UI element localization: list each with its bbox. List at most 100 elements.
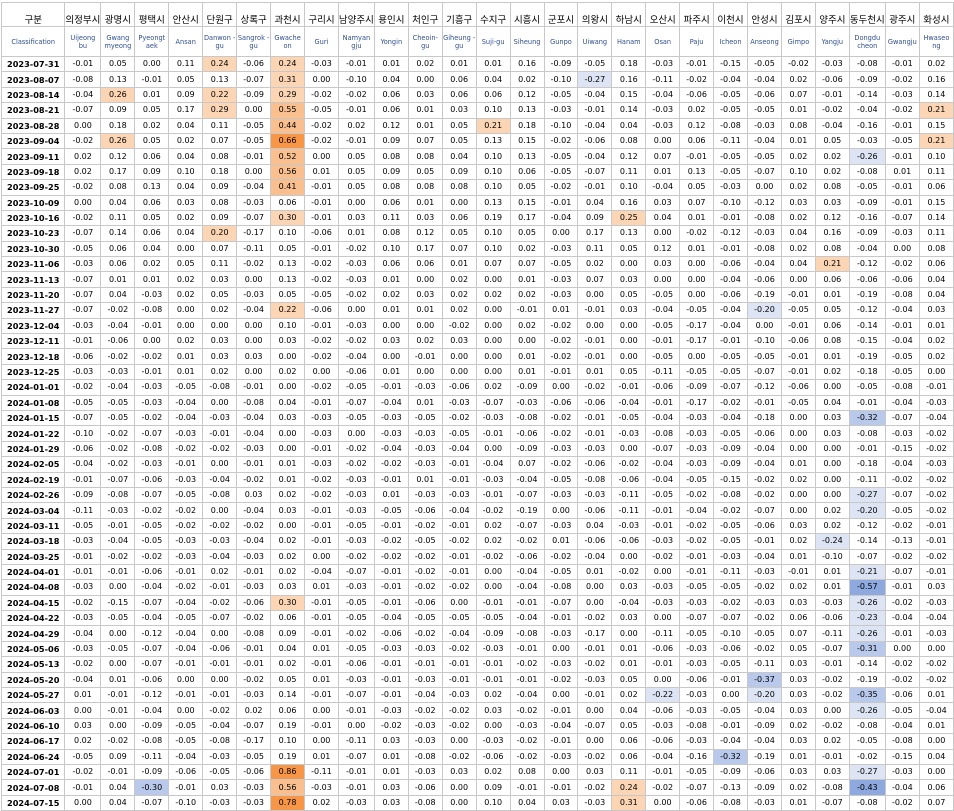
- table-cell: -0.01: [304, 394, 339, 411]
- table-cell: 0.02: [441, 271, 477, 288]
- column-header-en: Cheoin- gu: [407, 26, 443, 57]
- table-cell: -0.08: [202, 379, 238, 396]
- table-cell: -0.04: [64, 456, 102, 473]
- table-cell: -0.01: [884, 194, 920, 211]
- table-cell: -0.03: [373, 702, 409, 719]
- table-cell: -0.04: [202, 717, 238, 735]
- table-cell: 0.00: [577, 579, 613, 596]
- table-cell: 0.09: [577, 209, 613, 227]
- table-cell: 0.00: [781, 409, 816, 427]
- table-cell: 0.05: [168, 71, 204, 88]
- table-cell: 0.16: [611, 71, 647, 88]
- table-cell: -0.31: [848, 640, 886, 658]
- table-cell: 0.02: [814, 163, 850, 181]
- table-cell: -0.05: [304, 102, 339, 119]
- table-cell: -0.02: [304, 256, 339, 273]
- table-cell: -0.03: [407, 640, 443, 658]
- table-cell: 0.03: [407, 86, 443, 104]
- table-cell: -0.12: [713, 225, 748, 242]
- table-cell: -0.03: [236, 779, 272, 796]
- column-header-ko: 평택시: [134, 2, 170, 27]
- table-cell: -0.04: [848, 102, 886, 119]
- table-cell: 0.00: [202, 394, 238, 411]
- row-date: 2024-06-03: [0, 702, 66, 719]
- table-cell: 0.05: [509, 225, 545, 242]
- table-cell: -0.10: [746, 333, 783, 350]
- table-cell: -0.01: [236, 148, 272, 165]
- table-cell: -0.06: [134, 671, 170, 689]
- table-cell: -0.03: [407, 733, 443, 750]
- table-cell: 0.07: [475, 256, 511, 273]
- table-cell: -0.01: [441, 456, 477, 473]
- table-cell: -0.02: [577, 779, 613, 796]
- table-cell: -0.07: [64, 409, 102, 427]
- table-cell: -0.03: [543, 656, 579, 673]
- table-cell: 0.13: [509, 148, 545, 165]
- table-cell: -0.05: [713, 102, 748, 119]
- table-cell: -0.02: [884, 671, 920, 689]
- table-cell: 0.00: [611, 256, 647, 273]
- table-cell: -0.03: [543, 240, 579, 258]
- table-cell: 0.30: [270, 209, 306, 227]
- table-cell: -0.03: [337, 671, 375, 689]
- table-cell: 0.00: [337, 194, 375, 211]
- table-cell: -0.08: [202, 486, 238, 504]
- table-cell: -0.02: [611, 456, 647, 473]
- table-row: 2024-07-01 -0.02 -0.01 -0.09 -0.06 -0.05 -0.06…: [0, 763, 954, 781]
- table-cell: -0.04: [746, 71, 783, 88]
- table-cell: -0.03: [645, 117, 681, 134]
- table-cell: 0.00: [407, 71, 443, 88]
- table-cell: -0.10: [543, 71, 579, 88]
- table-cell: 0.17: [509, 209, 545, 227]
- table-cell: -0.01: [373, 671, 409, 689]
- table-cell: 0.00: [441, 348, 477, 365]
- table-cell: -0.05: [202, 763, 238, 781]
- table-cell: -0.01: [918, 517, 954, 535]
- table-cell: -0.01: [543, 733, 579, 750]
- table-cell: -0.05: [441, 610, 477, 627]
- table-cell: -0.07: [814, 794, 850, 811]
- table-cell: -0.03: [679, 687, 715, 704]
- row-date: 2023-10-09: [0, 194, 66, 211]
- table-cell: -0.01: [781, 363, 816, 381]
- table-cell: 0.03: [781, 517, 816, 535]
- table-cell: 0.12: [679, 117, 715, 134]
- table-cell: -0.06: [168, 763, 204, 781]
- table-cell: 0.03: [373, 733, 409, 750]
- table-cell: 0.00: [441, 779, 477, 796]
- table-cell: -0.05: [884, 702, 920, 719]
- table-cell: -0.11: [645, 363, 681, 381]
- table-cell: 0.00: [611, 317, 647, 335]
- table-cell: -0.04: [168, 640, 204, 658]
- table-cell: 0.01: [270, 471, 306, 488]
- table-cell: 0.00: [781, 502, 816, 519]
- table-cell: 0.11: [611, 763, 647, 781]
- row-date: 2024-06-17: [0, 733, 66, 750]
- table-cell: -0.06: [407, 594, 443, 612]
- table-cell: 0.01: [270, 456, 306, 473]
- table-cell: -0.04: [746, 548, 783, 565]
- table-cell: -0.11: [645, 71, 681, 88]
- table-cell: 0.00: [475, 440, 511, 458]
- table-cell: 0.04: [168, 225, 204, 242]
- table-cell: -0.02: [236, 671, 272, 689]
- table-cell: -0.06: [746, 425, 783, 442]
- table-cell: -0.04: [543, 717, 579, 735]
- table-cell: 0.01: [407, 471, 443, 488]
- table-cell: -0.02: [509, 656, 545, 673]
- table-cell: -0.04: [168, 594, 204, 612]
- table-cell: 0.02: [781, 240, 816, 258]
- table-cell: -0.05: [236, 748, 272, 765]
- table-cell: -0.03: [475, 640, 511, 658]
- table-cell: -0.19: [848, 671, 886, 689]
- table-cell: -0.06: [746, 271, 783, 288]
- table-cell: 0.02: [407, 55, 443, 73]
- table-cell: -0.04: [918, 702, 954, 719]
- table-cell: 0.00: [236, 102, 272, 119]
- table-cell: 0.08: [814, 179, 850, 196]
- table-cell: -0.03: [509, 717, 545, 735]
- table-cell: 0.02: [236, 702, 272, 719]
- table-cell: -0.01: [781, 317, 816, 335]
- table-cell: -0.04: [918, 610, 954, 627]
- column-header-ko: 안성시: [746, 2, 783, 27]
